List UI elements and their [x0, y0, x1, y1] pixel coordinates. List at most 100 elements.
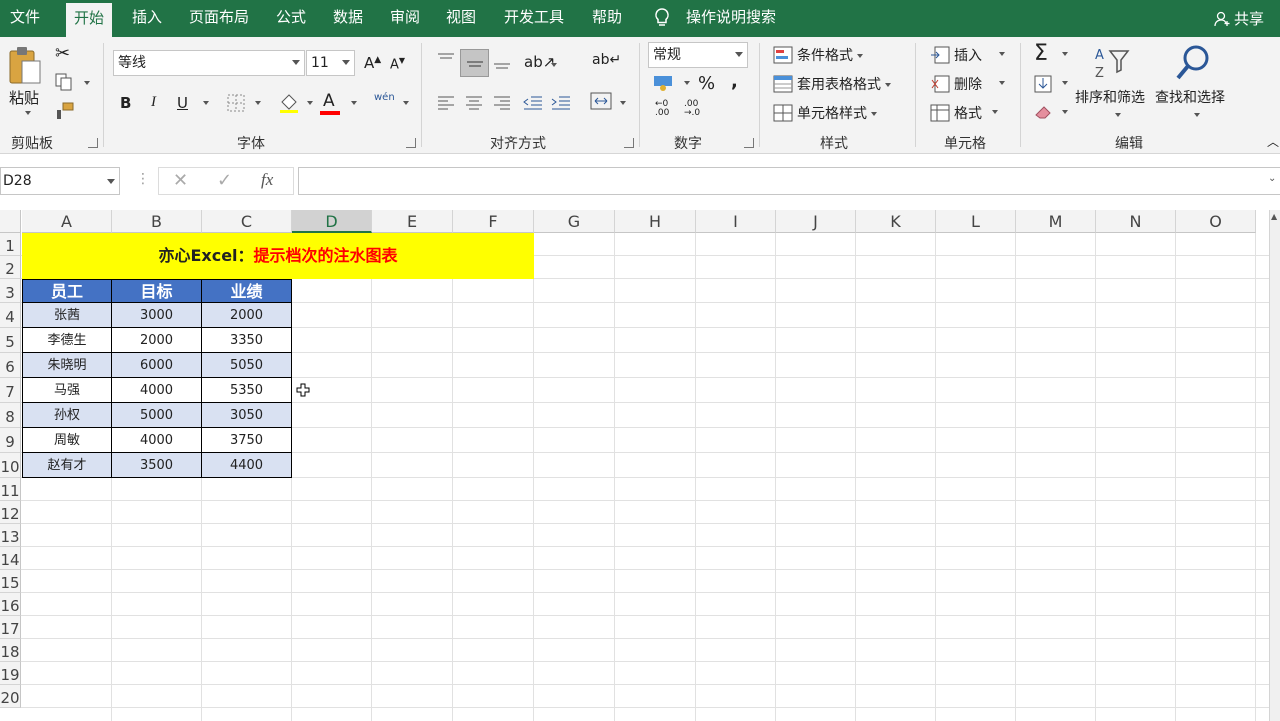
paste-dropdown-icon[interactable]: [25, 111, 31, 115]
clear-eraser-icon[interactable]: [1034, 104, 1054, 120]
table-cell[interactable]: 6000: [112, 353, 202, 378]
row-header-19[interactable]: 19: [0, 662, 21, 685]
align-right-icon[interactable]: [493, 95, 511, 111]
font-name-select[interactable]: 等线: [113, 50, 305, 76]
copy-dropdown-icon[interactable]: [84, 81, 90, 85]
copy-icon[interactable]: [55, 73, 73, 91]
vertical-scrollbar[interactable]: ▲: [1269, 210, 1280, 721]
fill-color-dropdown-icon[interactable]: [307, 101, 313, 105]
cut-icon[interactable]: ✂: [55, 43, 70, 64]
phonetic-guide-icon[interactable]: wén: [374, 92, 395, 103]
font-launcher-icon[interactable]: [406, 138, 416, 148]
orientation-dropdown-icon[interactable]: [551, 63, 557, 67]
fill-color-icon[interactable]: [278, 92, 300, 114]
insert-cells-icon[interactable]: [930, 46, 950, 64]
column-header-j[interactable]: J: [776, 210, 856, 233]
delete-dropdown-icon[interactable]: [999, 81, 1005, 85]
row-header-8[interactable]: 8: [0, 403, 21, 428]
font-color-button[interactable]: A: [323, 91, 335, 111]
column-header-o[interactable]: O: [1176, 210, 1256, 233]
row-header-12[interactable]: 12: [0, 501, 21, 524]
increase-decimal-icon[interactable]: ←0.00: [655, 100, 669, 118]
align-bottom-icon[interactable]: [493, 54, 511, 72]
decrease-decimal-icon[interactable]: .00 →.0: [684, 100, 700, 118]
tab-review[interactable]: 审阅: [382, 0, 428, 37]
merge-center-icon[interactable]: [590, 92, 612, 110]
row-header-4[interactable]: 4: [0, 303, 21, 328]
tab-file[interactable]: 文件: [2, 0, 48, 37]
decrease-indent-icon[interactable]: [523, 95, 543, 111]
row-header-3[interactable]: 3: [0, 279, 21, 303]
column-header-k[interactable]: K: [856, 210, 936, 233]
scroll-up-icon[interactable]: ▲: [1271, 212, 1277, 221]
table-header-cell[interactable]: 员工: [22, 279, 112, 303]
table-cell[interactable]: 孙权: [22, 403, 112, 428]
insert-cells-button[interactable]: 插入: [954, 45, 982, 65]
border-icon[interactable]: [227, 94, 245, 112]
column-header-f[interactable]: F: [453, 210, 534, 233]
paste-icon[interactable]: [8, 45, 44, 87]
table-cell[interactable]: 2000: [112, 328, 202, 353]
formula-input[interactable]: [298, 167, 1280, 195]
table-cell[interactable]: 5050: [202, 353, 292, 378]
row-header-6[interactable]: 6: [0, 353, 21, 378]
table-cell[interactable]: 3350: [202, 328, 292, 353]
format-as-table-button[interactable]: 套用表格格式: [797, 74, 891, 94]
sort-filter-button[interactable]: 排序和筛选: [1075, 87, 1145, 107]
find-select-button[interactable]: 查找和选择: [1155, 87, 1225, 107]
column-header-h[interactable]: H: [615, 210, 696, 233]
underline-button[interactable]: U: [177, 94, 188, 112]
table-cell[interactable]: 3050: [202, 403, 292, 428]
tab-home[interactable]: 开始: [66, 3, 113, 37]
align-top-icon[interactable]: [437, 52, 455, 68]
insert-function-button[interactable]: fx: [261, 170, 273, 190]
table-cell[interactable]: 5000: [112, 403, 202, 428]
sort-dropdown-icon[interactable]: [1115, 113, 1121, 117]
row-header-15[interactable]: 15: [0, 570, 21, 593]
conditional-format-icon[interactable]: [773, 46, 793, 64]
table-cell[interactable]: 4000: [112, 378, 202, 403]
table-cell[interactable]: 赵有才: [22, 453, 112, 478]
share-button[interactable]: 共享: [1214, 8, 1264, 29]
name-box[interactable]: D28: [0, 167, 120, 195]
table-cell[interactable]: 2000: [202, 303, 292, 328]
table-cell[interactable]: 朱晓明: [22, 353, 112, 378]
table-cell[interactable]: 4000: [112, 428, 202, 453]
increase-indent-icon[interactable]: [551, 95, 571, 111]
row-header-13[interactable]: 13: [0, 524, 21, 547]
table-cell[interactable]: 3000: [112, 303, 202, 328]
font-size-select[interactable]: 11: [306, 50, 355, 76]
find-dropdown-icon[interactable]: [1194, 113, 1200, 117]
tell-me-search[interactable]: 操作说明搜索: [678, 0, 784, 37]
paste-button[interactable]: 粘贴: [9, 87, 39, 108]
find-select-icon[interactable]: [1173, 43, 1213, 83]
autosum-icon[interactable]: Σ: [1034, 41, 1048, 66]
autosum-dropdown-icon[interactable]: [1062, 52, 1068, 56]
underline-dropdown-icon[interactable]: [203, 101, 209, 105]
sort-filter-icon[interactable]: A Z: [1094, 45, 1132, 81]
row-header-2[interactable]: 2: [0, 256, 21, 279]
column-header-e[interactable]: E: [372, 210, 453, 233]
cancel-icon[interactable]: ✕: [173, 170, 188, 191]
format-cells-icon[interactable]: [930, 104, 950, 122]
table-cell[interactable]: 3500: [112, 453, 202, 478]
select-all-corner[interactable]: [0, 210, 21, 233]
border-dropdown-icon[interactable]: [255, 101, 261, 105]
conditional-format-button[interactable]: 条件格式: [797, 45, 863, 65]
align-left-icon[interactable]: [437, 95, 455, 111]
table-cell[interactable]: 4400: [202, 453, 292, 478]
tab-developer[interactable]: 开发工具: [496, 0, 572, 37]
clipboard-launcher-icon[interactable]: [88, 138, 98, 148]
row-header-5[interactable]: 5: [0, 328, 21, 353]
currency-dropdown-icon[interactable]: [684, 81, 690, 85]
column-header-m[interactable]: M: [1016, 210, 1096, 233]
column-header-c[interactable]: C: [202, 210, 292, 233]
expand-formula-icon[interactable]: ⌄: [1268, 173, 1276, 184]
column-header-g[interactable]: G: [534, 210, 615, 233]
cell-styles-button[interactable]: 单元格样式: [797, 103, 877, 123]
format-cells-button[interactable]: 格式: [954, 103, 982, 123]
comma-button[interactable]: ,: [731, 71, 738, 92]
column-header-d[interactable]: D: [292, 210, 372, 233]
column-header-n[interactable]: N: [1096, 210, 1176, 233]
collapse-ribbon-icon[interactable]: ︿: [1267, 133, 1279, 150]
